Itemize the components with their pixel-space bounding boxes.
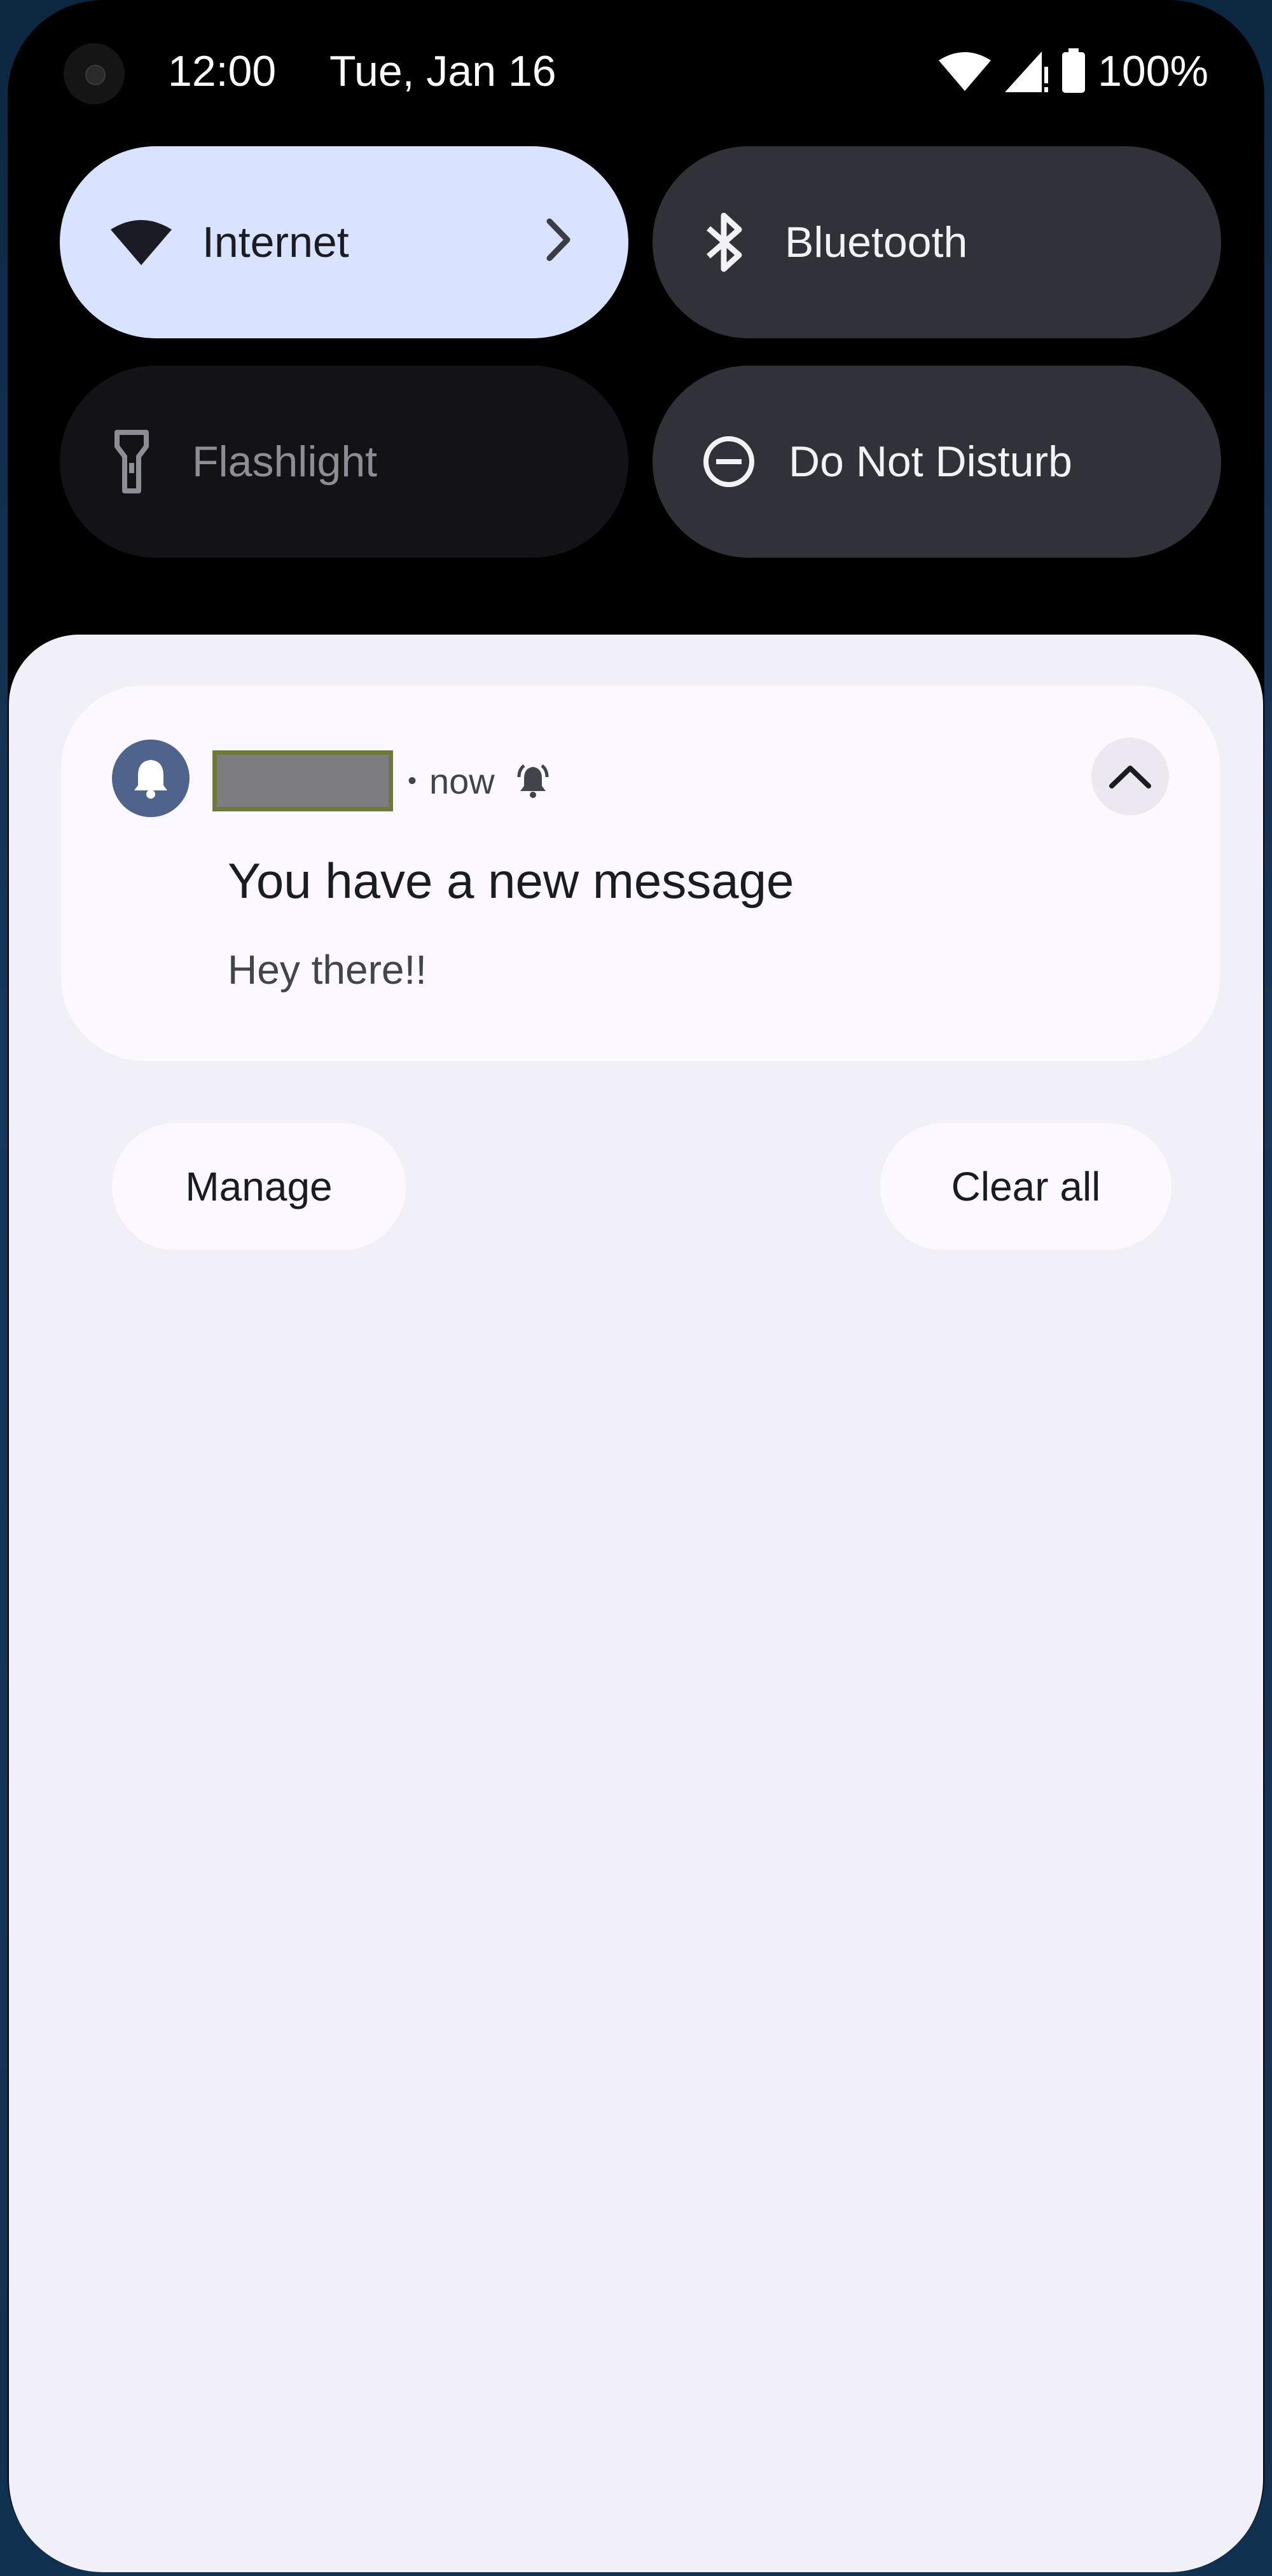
wifi-icon bbox=[111, 220, 172, 265]
wifi-icon bbox=[939, 52, 992, 91]
chevron-up-icon bbox=[1109, 766, 1151, 789]
flashlight-icon bbox=[114, 430, 149, 493]
chevron-right-icon[interactable] bbox=[544, 217, 572, 262]
alerting-bell-icon bbox=[517, 764, 549, 798]
notification-timestamp: now bbox=[429, 761, 495, 801]
clear-all-button[interactable]: Clear all bbox=[880, 1123, 1172, 1250]
internet-tile-label: Internet bbox=[202, 218, 349, 266]
do-not-disturb-icon bbox=[703, 436, 754, 487]
redacted-app-name bbox=[212, 750, 393, 811]
front-camera-icon bbox=[64, 43, 125, 104]
bluetooth-icon bbox=[707, 212, 742, 272]
status-icons: 100% bbox=[937, 46, 1208, 97]
status-time: 12:00 bbox=[168, 47, 277, 95]
manage-button[interactable]: Manage bbox=[112, 1123, 406, 1250]
collapse-button[interactable] bbox=[1091, 738, 1169, 815]
flashlight-tile[interactable]: Flashlight bbox=[60, 366, 628, 558]
flashlight-tile-label: Flashlight bbox=[192, 437, 378, 486]
bluetooth-tile-label: Bluetooth bbox=[785, 218, 968, 266]
notification-body: Hey there!! bbox=[228, 947, 427, 993]
bluetooth-tile[interactable]: Bluetooth bbox=[653, 146, 1221, 338]
phone-screen: 12:00 Tue, Jan 16 100% Internet Bluetoot… bbox=[8, 0, 1264, 2572]
notification-card[interactable]: • now You have a new message Hey there!! bbox=[61, 685, 1220, 1061]
notification-shade[interactable]: • now You have a new message Hey there!!… bbox=[9, 635, 1263, 2572]
notification-meta: • now bbox=[408, 755, 552, 806]
do-not-disturb-tile[interactable]: Do Not Disturb bbox=[653, 366, 1221, 558]
battery-icon bbox=[1062, 48, 1086, 93]
notification-title: You have a new message bbox=[228, 853, 794, 909]
do-not-disturb-tile-label: Do Not Disturb bbox=[789, 437, 1072, 486]
meta-separator: • bbox=[408, 766, 417, 795]
battery-percentage: 100% bbox=[1098, 47, 1208, 95]
signal-icon bbox=[1005, 52, 1049, 92]
bell-icon bbox=[112, 740, 190, 817]
internet-tile[interactable]: Internet bbox=[60, 146, 628, 338]
status-date: Tue, Jan 16 bbox=[329, 47, 556, 95]
